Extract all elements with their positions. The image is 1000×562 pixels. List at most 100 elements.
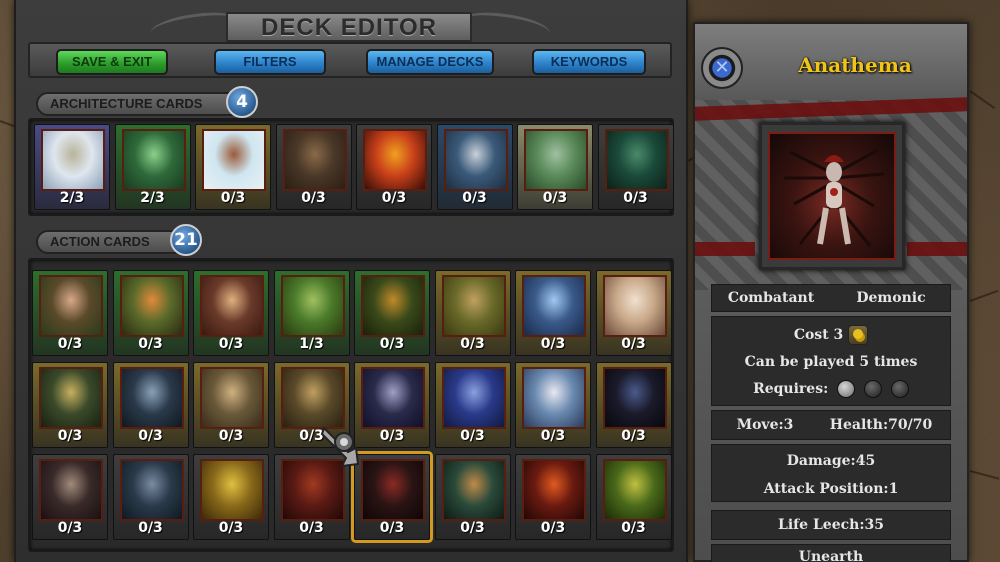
card-count: 0/3: [138, 336, 163, 352]
card-count: 0/3: [621, 336, 646, 352]
card-race: Demonic: [856, 290, 926, 306]
action-card-hobbit-door[interactable]: 0/3: [434, 270, 511, 356]
close-icon: ✕: [714, 57, 730, 78]
action-card-monk[interactable]: 0/3: [193, 270, 269, 356]
page-title: DECK EDITOR: [226, 12, 472, 42]
card-art-monk: [200, 275, 264, 337]
architecture-cards-header: ARCHITECTURE CARDS: [36, 92, 236, 116]
keywords-button[interactable]: KEYWORDS: [532, 49, 646, 75]
card-attack-position: Attack Position:1: [763, 481, 899, 497]
card-type-row: Combatant Demonic: [711, 284, 951, 312]
architecture-count-badge: 4: [226, 86, 258, 118]
manage-decks-button[interactable]: MANAGE DECKS: [366, 49, 494, 75]
card-art-elf-portrait: [39, 275, 103, 337]
action-card-wizard[interactable]: 0/3: [515, 362, 591, 448]
card-count: 0/3: [623, 190, 648, 206]
card-art-forest-glade: [280, 275, 345, 337]
architecture-card-jungle-fort[interactable]: 0/3: [517, 124, 593, 210]
architecture-card-tray: 2/3 2/3 0/3 0/3 0/3 0/3 0/3 0/3: [28, 118, 674, 216]
action-card-green-spirit[interactable]: 0/3: [595, 454, 672, 540]
card-count: 0/3: [381, 190, 407, 206]
card-art-wizard: [522, 367, 586, 429]
architecture-card-fire-tower[interactable]: 0/3: [356, 124, 432, 210]
action-card-hooded[interactable]: 0/3: [32, 454, 108, 540]
card-portrait-frame: [759, 122, 905, 270]
action-card-fairy[interactable]: 0/3: [515, 270, 591, 356]
card-count: 0/3: [379, 428, 405, 444]
action-card-vines[interactable]: 0/3: [434, 454, 511, 540]
card-art-cliff-city: [443, 129, 508, 191]
filters-button[interactable]: FILTERS: [214, 49, 326, 75]
card-count: 0/3: [460, 336, 485, 352]
requires-label: Requires:: [753, 381, 829, 397]
rat-requirement-icon: [837, 380, 856, 398]
architecture-card-cliff-city[interactable]: 0/3: [436, 124, 513, 210]
card-count: 0/3: [138, 428, 163, 444]
card-art-green-spirit: [602, 459, 667, 521]
card-count: 0/3: [138, 520, 163, 536]
action-card-angel[interactable]: 0/3: [595, 270, 672, 356]
action-card-tray: 0/3 0/3 0/3 1/3 0/3 0/3 0/3 0/3 0/3 0/3 0/3 0/3 0/3 0…: [28, 258, 674, 552]
card-art-sage: [200, 367, 264, 429]
red-band-decoration-left: [695, 242, 755, 256]
action-card-fire-dancer[interactable]: 0/3: [112, 270, 189, 356]
card-health: Health:70/70: [829, 417, 933, 433]
card-count: 0/3: [540, 336, 566, 352]
action-cards-label: ACTION CARDS: [50, 234, 150, 249]
action-card-dark-knight[interactable]: 0/3: [112, 362, 189, 448]
card-count: 0/3: [299, 520, 324, 536]
card-count: 0/3: [540, 428, 566, 444]
architecture-card-snow-temple[interactable]: 0/3: [195, 124, 271, 210]
action-card-witch[interactable]: 0/3: [32, 362, 108, 448]
requires-line: Requires:: [712, 380, 950, 398]
card-count: 0/3: [220, 190, 246, 206]
card-name: Anathema: [798, 53, 912, 77]
close-detail-button[interactable]: ✕: [701, 47, 743, 89]
card-art-snow-temple: [202, 129, 266, 191]
card-count: 0/3: [540, 520, 566, 536]
card-art-fire-dancer: [119, 275, 184, 337]
card-plays: Can be played 5 times: [744, 354, 918, 370]
save-exit-button[interactable]: SAVE & EXIT: [56, 49, 168, 75]
action-count-badge: 21: [170, 224, 202, 256]
card-art-dark-knight: [119, 367, 184, 429]
card-count: 1/3: [299, 336, 324, 352]
action-card-elf-portrait[interactable]: 0/3: [32, 270, 108, 356]
card-art-fairy: [522, 275, 586, 337]
card-damage: Damage:45: [786, 453, 876, 469]
card-art-angel: [602, 275, 667, 337]
movement-health-box: Move:3 Health:70/70: [711, 410, 951, 440]
action-card-blue-hall[interactable]: 0/3: [434, 362, 511, 448]
card-count: 0/3: [218, 336, 244, 352]
action-card-dark-woods[interactable]: 0/3: [354, 270, 430, 356]
card-count: 0/3: [460, 428, 485, 444]
action-card-shadow[interactable]: 0/3: [595, 362, 672, 448]
card-count: 0/3: [462, 190, 487, 206]
action-card-beast[interactable]: 0/3: [112, 454, 189, 540]
card-art-swamp: [604, 129, 669, 191]
card-detail-panel: ✕ Anathema Combatant Demonic Cost 3 Can …: [693, 22, 969, 562]
card-art-anathema: [361, 459, 425, 521]
card-count: 0/3: [542, 190, 568, 206]
card-art-sorceress: [361, 367, 425, 429]
architecture-card-swamp[interactable]: 0/3: [597, 124, 674, 210]
empty-requirement-icon: [890, 380, 909, 398]
architecture-card-forest-ruins[interactable]: 2/3: [114, 124, 191, 210]
action-card-sage[interactable]: 0/3: [193, 362, 269, 448]
architecture-card-castle[interactable]: 2/3: [34, 124, 110, 210]
card-count: 0/3: [301, 190, 326, 206]
card-art-hooded: [39, 459, 103, 521]
pointer-cursor-icon: [320, 426, 360, 468]
card-art-fire-tower: [363, 129, 427, 191]
card-art-tree-city: [282, 129, 347, 191]
card-art-beast: [119, 459, 184, 521]
action-card-fire-dragon[interactable]: 0/3: [515, 454, 591, 540]
card-art-vines: [441, 459, 506, 521]
architecture-card-tree-city[interactable]: 0/3: [275, 124, 352, 210]
card-count: 0/3: [218, 428, 244, 444]
card-art-dark-woods: [361, 275, 425, 337]
action-card-forest-glade[interactable]: 1/3: [273, 270, 350, 356]
card-count: 0/3: [460, 520, 485, 536]
action-card-golden-demon[interactable]: 0/3: [193, 454, 269, 540]
life-leech-box: Life Leech:35: [711, 510, 951, 540]
